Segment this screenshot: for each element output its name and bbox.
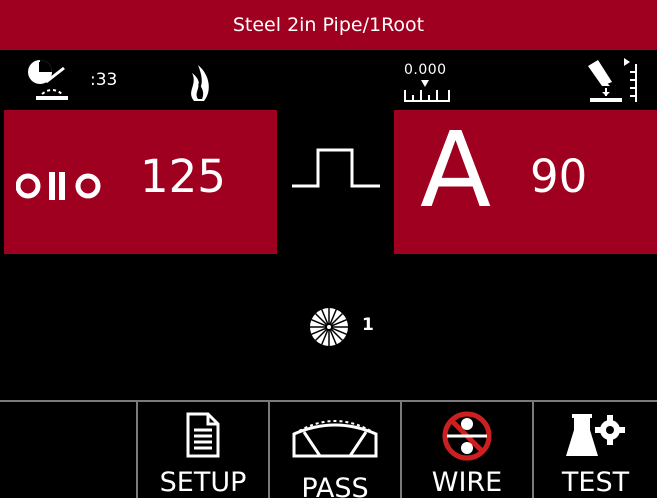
wire-label: WIRE: [431, 467, 503, 498]
no-wire-icon: [442, 411, 492, 461]
wire-feed-speed-value: 125: [140, 150, 226, 203]
test-label: TEST: [561, 467, 630, 498]
document-icon: [186, 412, 220, 458]
empty-nav-slot: [0, 402, 136, 498]
title-bar: Steel 2in Pipe/1Root: [0, 0, 657, 50]
wire-button[interactable]: WIRE: [400, 402, 532, 498]
setup-label: SETUP: [159, 467, 247, 498]
flask-gear-icon: [565, 414, 625, 456]
pass-weld-icon: [292, 420, 378, 458]
pass-wheel-icon: [310, 308, 348, 346]
bottom-nav: SETUP PASS WIRE TEST: [0, 400, 657, 498]
pass-count: 1: [362, 315, 374, 335]
measure-ruler-icon: [404, 80, 450, 102]
wire-feed-speed-icon: [16, 172, 101, 200]
page-title: Steel 2in Pipe/1Root: [232, 14, 425, 36]
amperage-value: 90: [530, 150, 588, 203]
stickout-icon: [588, 58, 637, 102]
test-button[interactable]: TEST: [532, 402, 657, 498]
setup-button[interactable]: SETUP: [136, 402, 268, 498]
amperage-panel[interactable]: A 90: [394, 110, 657, 254]
arc-timer-value: :33: [90, 70, 118, 90]
wire-feed-speed-panel[interactable]: 125: [4, 110, 277, 254]
pass-label: PASS: [301, 473, 369, 498]
measure-value: 0.000: [404, 62, 447, 78]
pass-button[interactable]: PASS: [268, 402, 400, 498]
heat-icon: [191, 65, 209, 101]
amperage-unit: A: [420, 109, 492, 231]
arc-timer-icon: [28, 60, 68, 100]
pulse-waveform-icon[interactable]: [290, 146, 382, 190]
